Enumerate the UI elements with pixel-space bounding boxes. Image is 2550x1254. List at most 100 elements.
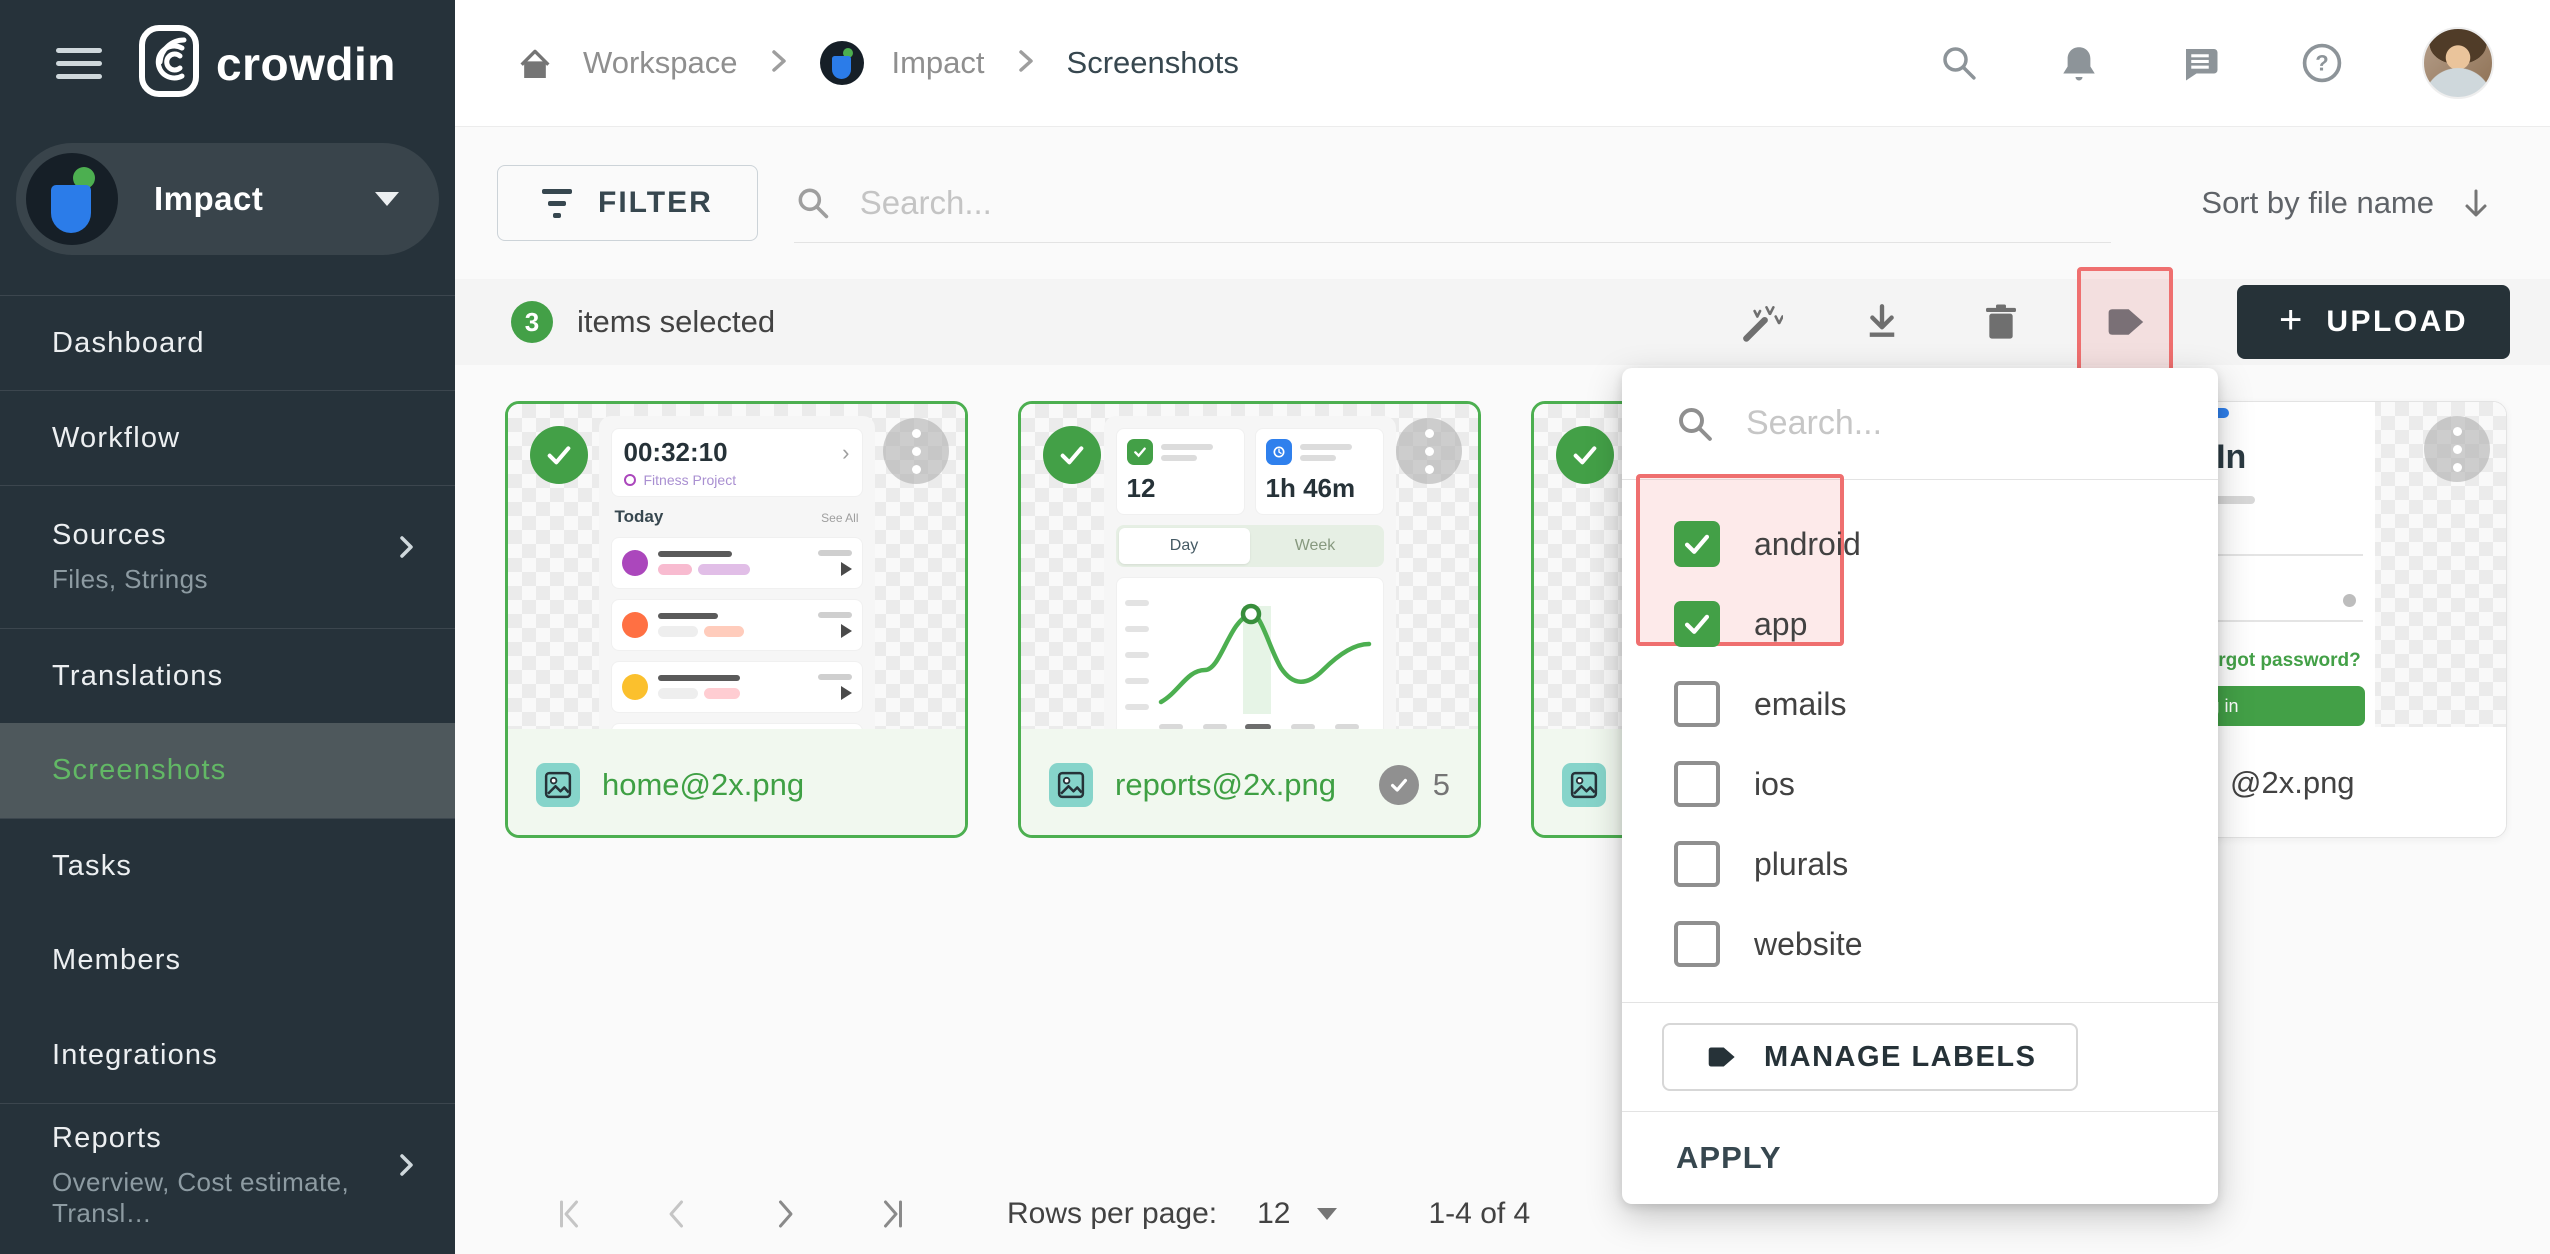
sidebar-item-sources[interactable]: Sources Files, Strings bbox=[0, 485, 455, 628]
selected-check-icon[interactable] bbox=[1043, 426, 1101, 484]
breadcrumb-project[interactable]: Impact bbox=[892, 45, 985, 81]
check-circle-icon bbox=[1379, 765, 1419, 805]
tagged-strings-count: 5 bbox=[1379, 765, 1450, 805]
label-search-input[interactable] bbox=[1746, 404, 2189, 443]
thumb-timer: 00:32:10 bbox=[624, 437, 728, 468]
sort-control[interactable]: Sort by file name bbox=[2201, 184, 2494, 222]
label-option-plurals[interactable]: plurals bbox=[1622, 824, 2218, 904]
checkbox-unchecked-icon[interactable] bbox=[1674, 841, 1720, 887]
card-menu-kebab[interactable] bbox=[2424, 416, 2490, 482]
label-search bbox=[1622, 368, 2218, 480]
chevron-right-icon bbox=[393, 534, 419, 565]
home-icon[interactable] bbox=[515, 43, 555, 83]
thumb-day-week-toggle: Day Week bbox=[1116, 525, 1384, 567]
thumb-line-chart bbox=[1116, 577, 1384, 729]
label-option-ios[interactable]: ios bbox=[1622, 744, 2218, 824]
selection-toolbar: 3 items selected + UPLOAD bbox=[455, 279, 2550, 365]
breadcrumb-workspace[interactable]: Workspace bbox=[583, 45, 738, 81]
rows-per-page-value[interactable]: 12 bbox=[1257, 1197, 1290, 1231]
manage-labels-button[interactable]: MANAGE LABELS bbox=[1662, 1023, 2078, 1091]
project-switcher[interactable]: Impact bbox=[16, 143, 439, 255]
download-icon[interactable] bbox=[1861, 301, 1903, 343]
label-tag-icon bbox=[1704, 1042, 1738, 1072]
rows-per-page-label: Rows per page: bbox=[1007, 1197, 1217, 1231]
label-option-website[interactable]: website bbox=[1622, 904, 2218, 984]
auto-tag-wand-icon[interactable] bbox=[1739, 300, 1783, 344]
breadcrumb-page: Screenshots bbox=[1067, 45, 1239, 81]
checkbox-unchecked-icon[interactable] bbox=[1674, 681, 1720, 727]
screenshot-card-reports[interactable]: 12 1h 46m Day bbox=[1018, 401, 1481, 838]
card-menu-kebab[interactable] bbox=[883, 418, 949, 484]
last-page-icon[interactable] bbox=[875, 1196, 911, 1232]
search-icon[interactable] bbox=[1938, 42, 1980, 84]
filter-row: FILTER Sort by file name bbox=[455, 127, 2550, 279]
upload-button[interactable]: + UPLOAD bbox=[2237, 285, 2510, 359]
sidebar-nav: Dashboard Workflow Sources Files, String… bbox=[0, 295, 455, 1246]
sidebar-item-screenshots[interactable]: Screenshots bbox=[0, 723, 455, 818]
sidebar-item-workflow[interactable]: Workflow bbox=[0, 390, 455, 485]
screenshot-filename[interactable]: home@2x.png bbox=[602, 767, 804, 803]
checkbox-unchecked-icon[interactable] bbox=[1674, 761, 1720, 807]
label-option-app[interactable]: app bbox=[1622, 584, 2218, 664]
plus-icon: + bbox=[2279, 300, 2302, 340]
arrow-down-icon bbox=[2458, 184, 2494, 222]
filter-icon bbox=[542, 189, 572, 218]
thumb-forgot-link: Forgot password? bbox=[2195, 650, 2361, 672]
selected-check-icon[interactable] bbox=[530, 426, 588, 484]
label-filter-dropdown: android app emails ios plurals bbox=[1622, 368, 2218, 1204]
chevron-right-icon bbox=[766, 46, 792, 81]
thumb-project-label: Fitness Project bbox=[644, 472, 737, 488]
checkbox-checked-icon[interactable] bbox=[1674, 521, 1720, 567]
crowdin-logo[interactable]: crowdin bbox=[138, 24, 396, 103]
page-range: 1-4 of 4 bbox=[1429, 1197, 1531, 1231]
chevron-right-icon bbox=[393, 1152, 419, 1183]
filter-button[interactable]: FILTER bbox=[497, 165, 758, 241]
sidebar-item-tasks[interactable]: Tasks bbox=[0, 818, 455, 913]
hamburger-menu-icon[interactable] bbox=[56, 48, 102, 79]
label-tag-icon[interactable] bbox=[2103, 302, 2147, 342]
screenshot-filename[interactable]: @2x.png bbox=[2230, 765, 2355, 801]
label-option-emails[interactable]: emails bbox=[1622, 664, 2218, 744]
sort-label: Sort by file name bbox=[2201, 185, 2434, 221]
user-avatar[interactable] bbox=[2422, 27, 2494, 99]
screenshot-thumbnail: 12 1h 46m Day bbox=[1021, 404, 1478, 729]
prev-page-icon[interactable] bbox=[659, 1196, 695, 1232]
checkbox-checked-icon[interactable] bbox=[1674, 601, 1720, 647]
card-menu-kebab[interactable] bbox=[1396, 418, 1462, 484]
label-list: android app emails ios plurals bbox=[1622, 480, 2218, 1002]
checkbox-unchecked-icon[interactable] bbox=[1674, 921, 1720, 967]
thumb-stat-duration: 1h 46m bbox=[1266, 473, 1373, 504]
sidebar-item-members[interactable]: Members bbox=[0, 913, 455, 1008]
sidebar-item-translations[interactable]: Translations bbox=[0, 628, 455, 723]
top-header: Workspace Impact Screenshots bbox=[455, 0, 2550, 127]
apply-button[interactable]: APPLY bbox=[1622, 1112, 2218, 1204]
pagination: Rows per page: 12 1-4 of 4 bbox=[551, 1196, 1530, 1232]
search-input[interactable] bbox=[860, 184, 2112, 222]
sidebar-item-sources-sub: Files, Strings bbox=[52, 564, 455, 595]
delete-trash-icon[interactable] bbox=[1981, 301, 2021, 343]
main-area: Workspace Impact Screenshots bbox=[455, 0, 2550, 1254]
thumbnail-preview: 00:32:10 › Fitness Project Today See All bbox=[599, 416, 875, 729]
screenshot-grid: 00:32:10 › Fitness Project Today See All bbox=[455, 365, 2550, 838]
notifications-bell-icon[interactable] bbox=[2058, 42, 2100, 84]
screenshot-thumbnail: 00:32:10 › Fitness Project Today See All bbox=[508, 404, 965, 729]
image-file-icon bbox=[536, 763, 580, 807]
help-icon[interactable]: ? bbox=[2300, 41, 2344, 85]
messages-chat-icon[interactable] bbox=[2178, 42, 2222, 84]
caret-down-icon[interactable] bbox=[1317, 1208, 1337, 1220]
sidebar-item-dashboard[interactable]: Dashboard bbox=[0, 295, 455, 390]
screenshot-card-home[interactable]: 00:32:10 › Fitness Project Today See All bbox=[505, 401, 968, 838]
sidebar-item-integrations[interactable]: Integrations bbox=[0, 1008, 455, 1103]
crowdin-logo-icon bbox=[138, 24, 200, 103]
header-icons: ? bbox=[1938, 27, 2494, 99]
image-file-icon bbox=[1049, 763, 1093, 807]
sidebar-top: crowdin bbox=[0, 0, 455, 127]
crowdin-logo-text: crowdin bbox=[216, 37, 396, 91]
label-option-android[interactable]: android bbox=[1622, 504, 2218, 584]
sidebar-item-reports[interactable]: Reports Overview, Cost estimate, Transl… bbox=[0, 1103, 455, 1246]
selected-check-icon[interactable] bbox=[1556, 426, 1614, 484]
screenshot-filename[interactable]: reports@2x.png bbox=[1115, 767, 1336, 803]
next-page-icon[interactable] bbox=[767, 1196, 803, 1232]
first-page-icon[interactable] bbox=[551, 1196, 587, 1232]
caret-down-icon bbox=[375, 192, 399, 206]
